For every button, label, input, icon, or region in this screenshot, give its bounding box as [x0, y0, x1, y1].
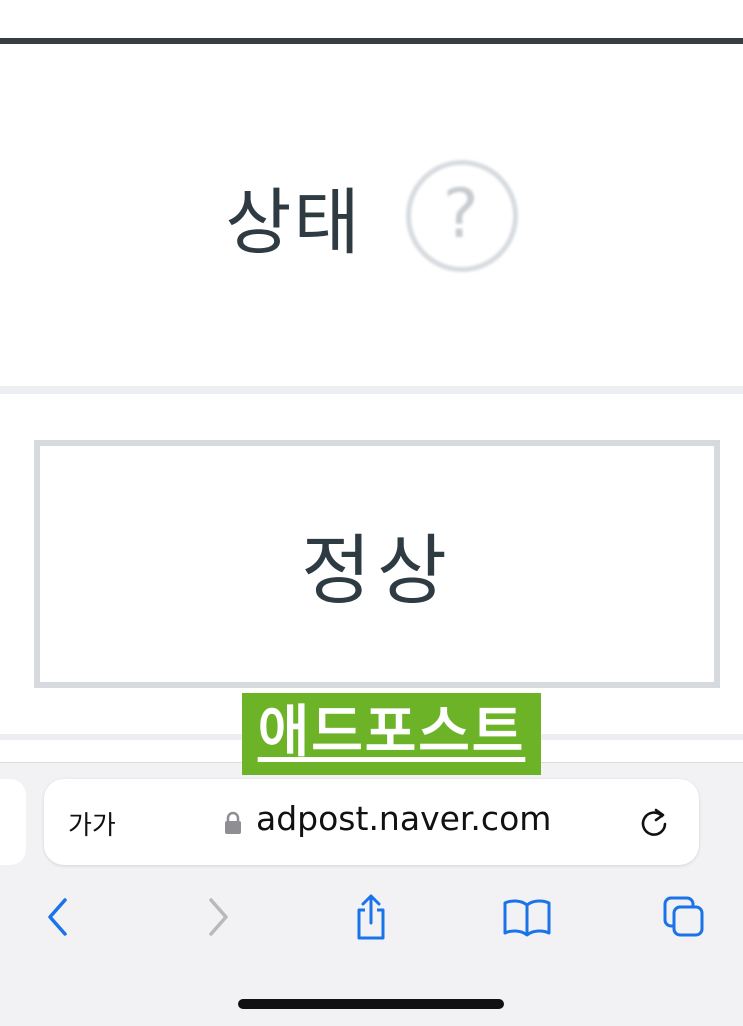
share-icon [357, 894, 385, 940]
chevron-right-icon [209, 898, 228, 936]
previous-tab-preview[interactable] [0, 779, 26, 865]
adpost-watermark-link[interactable]: 애드포스트 [242, 693, 541, 775]
browser-toolbar [0, 883, 743, 953]
reload-icon[interactable] [638, 807, 670, 839]
tabs-icon [663, 896, 704, 937]
help-icon[interactable]: ? [405, 160, 518, 272]
bookmarks-button[interactable] [497, 889, 557, 945]
share-button[interactable] [341, 889, 401, 945]
address-bar[interactable]: 가가 adpost.naver.com [44, 779, 699, 865]
status-header: 상태? [0, 160, 743, 272]
section-divider [0, 386, 743, 394]
book-icon [503, 899, 551, 937]
forward-button[interactable] [188, 889, 248, 945]
back-button[interactable] [28, 889, 88, 945]
status-label: 상태 [225, 180, 362, 265]
status-value: 정상 [301, 526, 453, 615]
status-value-box: 정상 [34, 440, 720, 688]
text-size-button[interactable]: 가가 [68, 805, 116, 842]
url-text[interactable]: adpost.naver.com [256, 799, 551, 838]
lock-icon [225, 811, 241, 834]
tabs-button[interactable] [654, 889, 714, 945]
home-indicator[interactable] [238, 999, 504, 1009]
chevron-left-icon [48, 898, 67, 936]
browser-bottom-bar: 가가 adpost.naver.com [0, 762, 743, 1026]
top-divider [0, 38, 743, 44]
